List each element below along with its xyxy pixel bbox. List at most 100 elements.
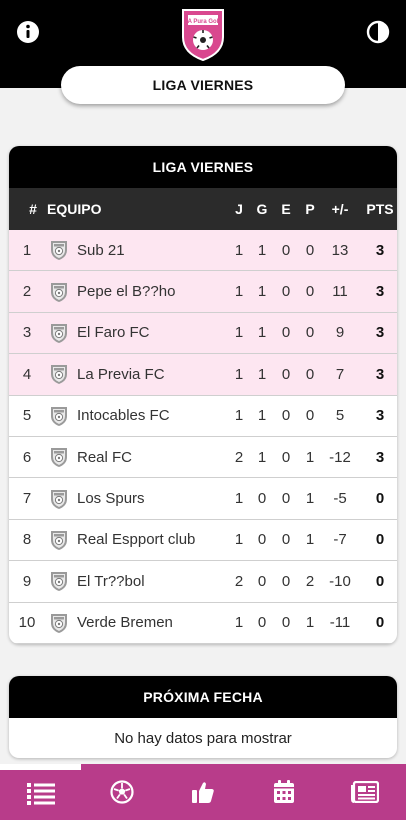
lost-value: 0 [305, 241, 315, 259]
won-value: 0 [257, 572, 267, 590]
table-row[interactable]: 5 Intocables FC 1 1 0 0 5 3 [9, 396, 397, 437]
drawn-value: 0 [281, 531, 291, 549]
info-circle-icon[interactable] [16, 20, 40, 44]
goal-diff-value: -12 [329, 448, 351, 466]
lost-value: 0 [305, 407, 315, 425]
won-value: 0 [257, 614, 267, 632]
drawn-value: 0 [281, 490, 291, 508]
goal-diff-value: -11 [329, 614, 351, 632]
team-name: El Tr??bol [77, 572, 145, 590]
table-row[interactable]: 3 El Faro FC 1 1 0 0 9 3 [9, 312, 397, 355]
calendar-icon [273, 780, 294, 803]
goal-diff-value: 7 [335, 365, 345, 383]
played-value: 1 [234, 490, 244, 508]
goal-diff-value: 9 [335, 324, 345, 342]
played-value: 1 [234, 614, 244, 632]
lost-value: 1 [305, 490, 315, 508]
team-shield-icon [48, 437, 70, 477]
newspaper-icon [350, 781, 379, 803]
team-name: Los Spurs [77, 490, 145, 508]
table-row[interactable]: 10 Verde Bremen 1 0 0 1 -11 0 [9, 603, 397, 644]
drawn-value: 0 [281, 283, 291, 301]
standings-title: LIGA VIERNES [9, 146, 397, 188]
next-match-title: PRÓXIMA FECHA [9, 676, 397, 718]
table-row[interactable]: 6 Real FC 2 1 0 1 -12 3 [9, 437, 397, 479]
points-value: 0 [375, 490, 385, 508]
points-value: 0 [375, 614, 385, 632]
team-name: Verde Bremen [77, 614, 173, 632]
team-shield-icon [48, 478, 70, 518]
lost-value: 1 [305, 531, 315, 549]
row-position: 2 [22, 283, 32, 301]
team-shield-icon [48, 520, 70, 560]
team-shield-icon [48, 230, 70, 270]
won-value: 1 [257, 283, 267, 301]
nav-tab-news[interactable] [324, 764, 405, 820]
nav-tab-calendar[interactable] [243, 764, 324, 820]
nav-tab-matches[interactable] [81, 764, 162, 820]
won-value: 0 [257, 531, 267, 549]
row-position: 10 [18, 614, 36, 632]
played-value: 1 [234, 531, 244, 549]
won-value: 1 [257, 241, 267, 259]
points-value: 3 [375, 241, 385, 259]
team-shield-icon [48, 561, 70, 601]
table-row[interactable]: 7 Los Spurs 1 0 0 1 -5 0 [9, 478, 397, 520]
team-shield-icon [48, 354, 70, 394]
row-position: 3 [22, 324, 32, 342]
goal-diff-value: 13 [331, 241, 349, 259]
column-header-pts: PTS [366, 201, 394, 217]
points-value: 0 [375, 531, 385, 549]
team-shield-icon [48, 313, 70, 353]
standings-rows: 1 Sub 21 1 1 0 0 13 3 2 Pepe el B??ho 1 1 0 0 11 3 3 El F… [9, 230, 397, 644]
next-match-card: PRÓXIMA FECHA No hay datos para mostrar [9, 676, 397, 758]
played-value: 1 [234, 324, 244, 342]
standings-header: # EQUIPO J G E P +/- PTS [9, 188, 397, 230]
won-value: 1 [257, 448, 267, 466]
team-shield-icon [48, 396, 70, 436]
contrast-icon[interactable] [366, 20, 390, 44]
row-position: 1 [22, 241, 32, 259]
lost-value: 1 [305, 614, 315, 632]
row-position: 5 [22, 407, 32, 425]
column-header-e: E [281, 201, 291, 217]
lost-value: 0 [305, 283, 315, 301]
points-value: 0 [375, 572, 385, 590]
played-value: 1 [234, 241, 244, 259]
row-position: 4 [22, 365, 32, 383]
played-value: 1 [234, 365, 244, 383]
won-value: 0 [257, 490, 267, 508]
table-row[interactable]: 9 El Tr??bol 2 0 0 2 -10 0 [9, 561, 397, 603]
points-value: 3 [375, 407, 385, 425]
table-row[interactable]: 4 La Previa FC 1 1 0 0 7 3 [9, 354, 397, 396]
nav-tab-standings[interactable] [0, 764, 81, 820]
standings-card: LIGA VIERNES # EQUIPO J G E P +/- PTS 1 S… [9, 146, 397, 644]
drawn-value: 0 [281, 448, 291, 466]
thumbs-up-icon [191, 782, 214, 803]
drawn-value: 0 [281, 614, 291, 632]
points-value: 3 [375, 448, 385, 466]
won-value: 1 [257, 365, 267, 383]
drawn-value: 0 [281, 324, 291, 342]
drawn-value: 0 [281, 572, 291, 590]
soccer-ball-icon [109, 780, 134, 804]
row-position: 6 [22, 448, 32, 466]
table-row[interactable]: 2 Pepe el B??ho 1 1 0 0 11 3 [9, 271, 397, 313]
played-value: 1 [234, 283, 244, 301]
team-name: La Previa FC [77, 365, 165, 383]
column-header-j: J [235, 201, 243, 217]
league-title-pill[interactable]: LIGA VIERNES [61, 66, 345, 104]
lost-value: 2 [305, 572, 315, 590]
goal-diff-value: 5 [335, 407, 345, 425]
table-row[interactable]: 8 Real Espport club 1 0 0 1 -7 0 [9, 520, 397, 562]
table-row[interactable]: 1 Sub 21 1 1 0 0 13 3 [9, 230, 397, 272]
team-name: Real Espport club [77, 531, 196, 549]
team-name: Intocables FC [77, 407, 170, 425]
goal-diff-value: -7 [333, 531, 347, 549]
nav-tab-likes[interactable] [162, 764, 243, 820]
lost-value: 1 [305, 448, 315, 466]
row-position: 7 [22, 490, 32, 508]
column-header-g: G [256, 201, 268, 217]
list-icon [26, 782, 55, 805]
goal-diff-value: 11 [332, 283, 348, 301]
